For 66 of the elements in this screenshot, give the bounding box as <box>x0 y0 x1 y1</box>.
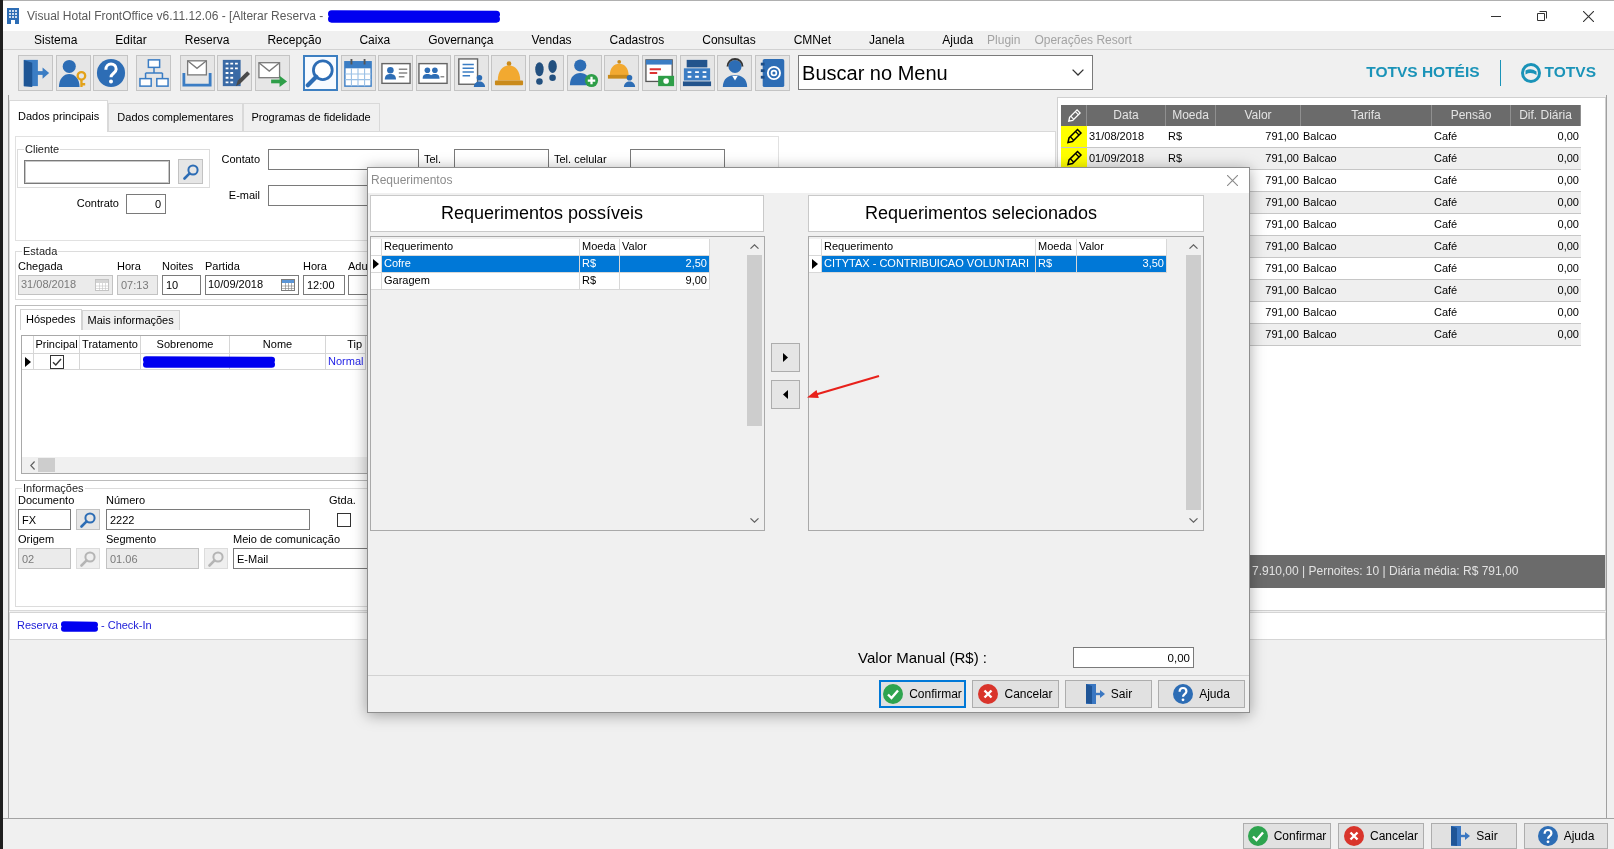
table-cell: Balcao <box>1301 280 1432 302</box>
table-cell: 0,00 <box>1511 148 1581 170</box>
table-cell: Normal <box>326 354 366 370</box>
column-header: Principal <box>34 336 80 354</box>
table-cell: 0,00 <box>1511 236 1581 258</box>
field-label: Origem <box>18 533 55 546</box>
window-title: Visual Hotal FrontOffice v6.11.12.06 - [Alterar Reserva - <box>27 8 324 24</box>
column-header: Valor <box>620 239 710 256</box>
table-cell: 791,00 <box>1216 148 1301 170</box>
column-header: Moeda <box>580 239 620 256</box>
table-cell: Balcao <box>1301 192 1432 214</box>
group-label: Cliente <box>24 143 61 155</box>
field-label: Gtda. <box>329 494 356 507</box>
table-cell: R$ <box>1166 148 1216 170</box>
column-header: Requerimento <box>382 239 580 256</box>
column-header: Moeda <box>1036 239 1077 256</box>
field-label: Partida <box>205 260 240 273</box>
table-cell: Café <box>1432 192 1511 214</box>
reservation-label: Reserva <box>17 619 58 633</box>
field-label: Tel. celular <box>554 152 607 165</box>
table-cell: 0,00 <box>1511 280 1581 302</box>
field-label: Noites <box>162 260 194 273</box>
field-label: Tel. <box>424 152 442 165</box>
column-header: Requerimento <box>822 239 1036 256</box>
table-cell: Café <box>1432 148 1511 170</box>
product-name: TOTVS HOTÉIS <box>1366 63 1480 82</box>
field-label: Chegada <box>18 260 63 273</box>
table-cell: CITYTAX - CONTRIBUICAO VOLUNTARI <box>822 256 1036 273</box>
summary-text: 7.910,00 | Pernoites: 10 | Diária média: R$ 791,00 <box>1252 564 1519 579</box>
field-label: Documento <box>18 494 75 507</box>
group-label: Estada <box>22 245 59 257</box>
field-label: Número <box>106 494 146 507</box>
table-cell: Café <box>1432 280 1511 302</box>
field-label: Contrato <box>76 197 119 210</box>
column-header: Tratamento <box>80 336 141 354</box>
group-label: Informações <box>22 482 85 494</box>
column-header: Valor <box>1077 239 1167 256</box>
field-label: Segmento <box>106 533 157 546</box>
table-cell: 3,50 <box>1077 256 1167 273</box>
table-cell: 01/09/2018 <box>1087 148 1166 170</box>
field-label: E-mail <box>228 188 260 201</box>
column-header: Tip <box>326 336 366 354</box>
table-cell: Café <box>1432 236 1511 258</box>
table-cell: Garagem <box>382 273 580 290</box>
panel-heading: Requerimentos possíveis <box>370 195 764 232</box>
panel-heading: Requerimentos selecionados <box>808 195 1204 232</box>
field-label: Meio de comunicação <box>233 533 340 546</box>
table-cell: R$ <box>580 273 620 290</box>
table-cell: Balcao <box>1301 236 1432 258</box>
field-label: Contato <box>221 152 260 165</box>
table-cell: R$ <box>1036 256 1077 273</box>
table-cell: 9,00 <box>620 273 710 290</box>
table-cell: Café <box>1432 324 1511 346</box>
column-header: Nome <box>230 336 326 354</box>
table-cell: Balcao <box>1301 324 1432 346</box>
status-text: - Check-In <box>100 619 152 633</box>
table-cell: 0,00 <box>1511 324 1581 346</box>
field-label: Valor Manual (R$) : <box>858 648 987 667</box>
column-header: Sobrenome <box>141 336 230 354</box>
field-label: Adu <box>348 260 368 273</box>
table-cell: Balcao <box>1301 148 1432 170</box>
table-cell: 0,00 <box>1511 192 1581 214</box>
field-label: Hora <box>117 260 141 273</box>
dialog-title: Requerimentos <box>371 173 453 188</box>
brand-name: TOTVS <box>1544 63 1596 82</box>
field-label: Hora <box>303 260 327 273</box>
